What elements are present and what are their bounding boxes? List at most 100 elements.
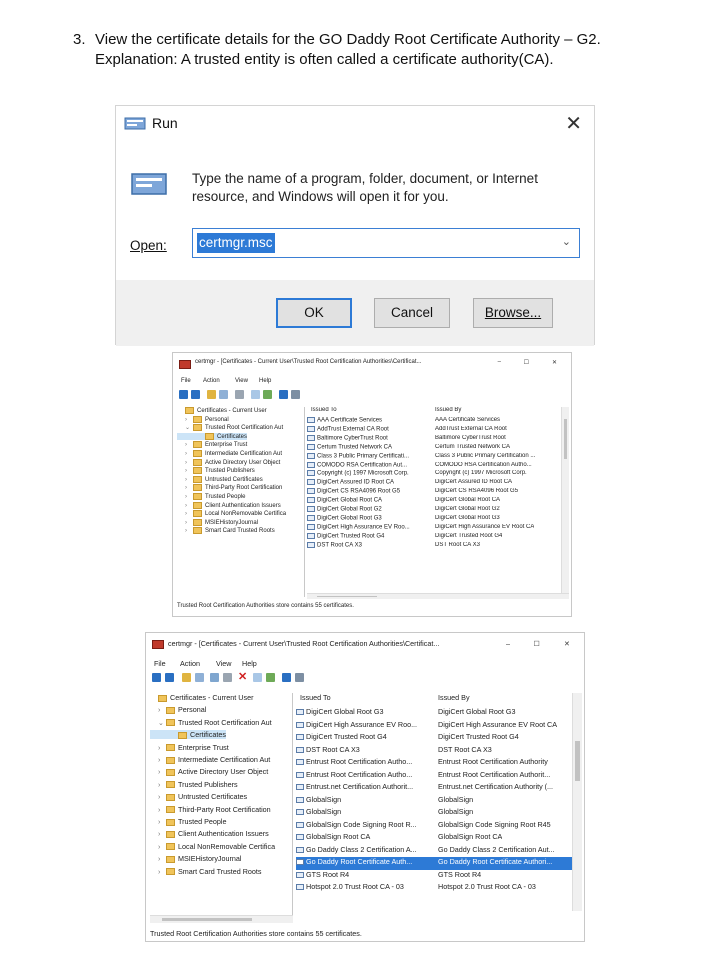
table-row[interactable]: DigiCert Global Root G3 DigiCert Global R… [296,707,582,720]
back-icon[interactable] [152,673,161,682]
tree-item[interactable]: › Local NonRemovable Certifica [150,842,275,851]
up-folder-icon[interactable] [207,390,216,399]
chevron-right-icon[interactable]: › [158,817,166,826]
table-row[interactable]: GTS Root R4 GTS Root R4 [296,870,582,883]
show-tree-icon[interactable] [195,673,204,682]
refresh-icon[interactable] [253,673,262,682]
column-issued-to[interactable]: Issued To [300,693,331,702]
tree-item[interactable]: Certificates - Current User [150,693,253,702]
chevron-right-icon[interactable]: › [185,528,193,534]
tree-item[interactable]: › Intermediate Certification Aut [177,450,282,457]
chevron-right-icon[interactable]: › [185,477,193,483]
chevron-right-icon[interactable]: › [185,503,193,509]
cancel-button[interactable]: Cancel [374,298,450,328]
chevron-right-icon[interactable]: › [185,417,193,423]
tree-item[interactable]: › MSIEHistoryJournal [177,518,258,526]
export-icon[interactable] [266,673,275,682]
column-issued-to[interactable]: Issued To [311,407,337,413]
tree-item[interactable]: › Client Authentication Issuers [150,829,269,838]
table-row[interactable]: Certum Trusted Network CA Certum Trusted … [307,443,569,453]
vertical-scrollbar[interactable] [561,407,569,593]
table-row[interactable]: DigiCert Global Root G2 DigiCert Global R… [307,506,569,515]
copy-icon[interactable] [223,673,232,682]
chevron-right-icon[interactable]: › [158,829,166,838]
table-row[interactable]: DigiCert High Assurance EV Roo... DigiCer… [307,523,569,533]
scrollbar-thumb[interactable] [564,419,567,459]
tree-item[interactable]: › Active Directory User Object [150,767,268,776]
table-row[interactable]: DigiCert Global Root G3 DigiCert Global R… [307,514,569,524]
close-button[interactable]: ✕ [564,639,570,648]
chevron-right-icon[interactable]: › [185,511,193,517]
tree-item[interactable]: › Trusted People [150,817,226,826]
vertical-scrollbar[interactable] [572,693,582,911]
open-input-value[interactable]: certmgr.msc [197,233,275,253]
tree-item[interactable]: › Third-Party Root Certification [177,484,282,491]
chevron-right-icon[interactable]: › [158,743,166,752]
menu-action[interactable]: Action [203,378,220,384]
tree-item[interactable]: ⌄ Trusted Root Certification Aut [150,718,272,727]
minimize-button[interactable]: – [498,359,501,365]
tree-item[interactable]: › Third-Party Root Certification [150,805,271,814]
table-row[interactable]: DigiCert Assured ID Root CA DigiCert Assu… [307,479,569,488]
chevron-right-icon[interactable]: › [185,451,193,457]
chevron-down-icon[interactable]: ⌄ [158,718,166,727]
chevron-right-icon[interactable]: › [185,520,193,526]
chevron-right-icon[interactable]: › [185,494,193,500]
up-folder-icon[interactable] [182,673,191,682]
chevron-right-icon[interactable]: › [185,460,193,466]
table-row[interactable]: Entrust Root Certification Autho... Entru… [296,770,582,783]
table-row[interactable]: DigiCert Trusted Root G4 DigiCert Trusted… [296,732,582,745]
table-row[interactable]: GlobalSign GlobalSign [296,795,582,808]
menu-view[interactable]: View [235,378,248,384]
table-row[interactable]: DigiCert Global Root CA DigiCert Global R… [307,497,569,506]
tree-item[interactable]: › Personal [177,415,229,423]
tree-item[interactable]: › Trusted Publishers [150,780,238,789]
tree-item[interactable]: › Enterprise Trust [177,441,247,448]
tree-horizontal-scrollbar[interactable] [150,915,293,923]
menu-action[interactable]: Action [180,659,200,668]
delete-icon[interactable]: ✕ [238,672,249,683]
chevron-down-icon[interactable]: ⌄ [185,424,193,431]
open-input[interactable]: certmgr.msc ⌄ [192,228,580,258]
chevron-right-icon[interactable]: › [158,842,166,851]
tree-item[interactable]: › Smart Card Trusted Roots [150,867,261,876]
table-row[interactable]: Copyright (c) 1997 Microsoft Corp. Copyri… [307,470,569,479]
help-icon[interactable] [279,390,288,399]
tree-item[interactable]: ⌄ Trusted Root Certification Aut [177,424,283,431]
close-icon[interactable]: ✕ [565,111,582,136]
forward-icon[interactable] [165,673,174,682]
chevron-right-icon[interactable]: › [158,705,166,714]
show-tree-icon[interactable] [219,390,228,399]
table-row[interactable]: Hotspot 2.0 Trust Root CA - 03 Hotspot 2.… [296,882,582,895]
help-icon[interactable] [282,673,291,682]
tree-item[interactable]: › MSIEHistoryJournal [150,854,242,863]
refresh-icon[interactable] [251,390,260,399]
close-button[interactable]: ✕ [552,359,557,366]
tree-item[interactable]: Certificates - Current User [177,407,267,414]
table-row[interactable]: GlobalSign Root CA GlobalSign Root CA [296,832,582,845]
menu-help[interactable]: Help [259,378,271,384]
tree-item[interactable]: › Trusted People [177,493,245,500]
tree-item[interactable]: › Trusted Publishers [177,467,255,474]
chevron-right-icon[interactable]: › [158,854,166,863]
table-row[interactable]: GlobalSign Code Signing Root R... GlobalS… [296,820,582,833]
chevron-right-icon[interactable]: › [158,867,166,876]
chevron-right-icon[interactable]: › [158,755,166,764]
table-row[interactable]: Go Daddy Root Certificate Auth... Go Dadd… [296,857,582,870]
ok-button[interactable]: OK [276,298,352,328]
tree-item[interactable]: › Intermediate Certification Aut [150,755,270,764]
chevron-right-icon[interactable]: › [158,780,166,789]
table-row[interactable]: Entrust.net Certification Authorit... Ent… [296,782,582,795]
minimize-button[interactable]: – [506,639,510,648]
table-row[interactable]: Go Daddy Class 2 Certification A... Go Da… [296,845,582,858]
chevron-right-icon[interactable]: › [185,442,193,448]
column-issued-by[interactable]: Issued By [438,693,470,702]
export-icon[interactable] [263,390,272,399]
tree-item[interactable]: › Client Authentication Issuers [177,501,281,509]
forward-icon[interactable] [191,390,200,399]
copy-icon[interactable] [235,390,244,399]
horizontal-scrollbar[interactable] [307,593,569,599]
table-row[interactable]: DigiCert High Assurance EV Roo... DigiCer… [296,720,582,733]
column-issued-by[interactable]: Issued By [435,407,461,413]
table-row[interactable]: GlobalSign GlobalSign [296,807,582,820]
